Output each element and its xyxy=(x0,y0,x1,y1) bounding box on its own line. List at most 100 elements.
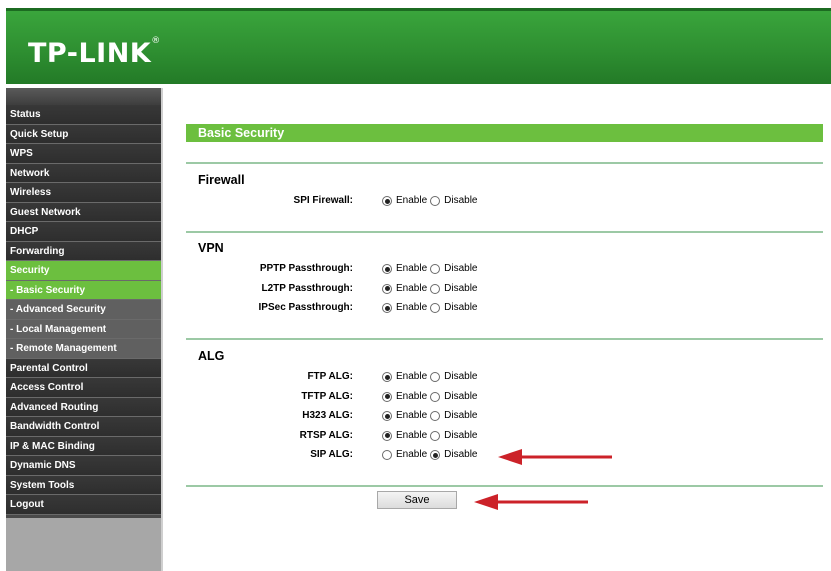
disable-radio[interactable] xyxy=(430,430,441,441)
option-row: RTSP ALG: Enable Disable xyxy=(186,428,823,444)
sidebar-item[interactable]: System Tools xyxy=(6,475,161,495)
sidebar-item[interactable]: DHCP xyxy=(6,222,161,242)
header-banner: TP-LINK® xyxy=(6,8,831,84)
option-row: PPTP Passthrough: Enable Disable xyxy=(186,261,823,277)
enable-label: Enable xyxy=(396,449,428,460)
option-row: H323 ALG: Enable Disable xyxy=(186,408,823,424)
enable-label: Enable xyxy=(396,195,428,206)
sidebar-items: Status Quick Setup WPS Network Wireless Guest… xyxy=(6,105,161,515)
vertical-divider xyxy=(161,88,163,571)
enable-label: Enable xyxy=(396,429,428,441)
enable-radio[interactable] xyxy=(382,372,392,382)
page-title: Basic Security xyxy=(186,124,823,142)
enable-radio[interactable] xyxy=(382,411,392,421)
sidebar-menu: Status Quick Setup WPS Network Wireless Guest… xyxy=(6,88,161,571)
divider xyxy=(186,231,823,233)
disable-radio[interactable] xyxy=(430,372,441,382)
enable-label: Enable xyxy=(396,302,428,313)
sidebar-footer xyxy=(6,518,161,571)
section-title-alg: ALG xyxy=(198,349,225,363)
disable-label: Disable xyxy=(444,371,478,382)
sidebar-item[interactable]: - Advanced Security xyxy=(6,300,161,320)
radio-group: Enable Disable xyxy=(382,428,481,444)
sidebar-item[interactable]: IP & MAC Binding xyxy=(6,436,161,456)
sidebar-item[interactable]: Bandwidth Control xyxy=(6,417,161,437)
enable-radio[interactable] xyxy=(382,196,392,206)
enable-label: Enable xyxy=(396,371,428,382)
option-label: PPTP Passthrough: xyxy=(259,263,353,274)
radio-group: Enable Disable xyxy=(382,408,481,424)
option-label: SIP ALG: xyxy=(310,449,353,460)
enable-radio[interactable] xyxy=(382,391,392,402)
enable-label: Enable xyxy=(396,410,428,421)
red-arrow-icon xyxy=(474,494,588,510)
enable-radio[interactable] xyxy=(382,430,392,441)
section-title-vpn: VPN xyxy=(198,241,224,255)
sidebar-item[interactable]: Forwarding xyxy=(6,241,161,261)
red-arrow-icon xyxy=(498,449,612,465)
disable-label: Disable xyxy=(444,302,478,313)
radio-group: Enable Disable xyxy=(382,281,481,297)
enable-radio[interactable] xyxy=(382,283,392,294)
sidebar-item[interactable]: - Basic Security xyxy=(6,280,161,300)
option-label: H323 ALG: xyxy=(302,410,353,421)
disable-label: Disable xyxy=(444,282,478,294)
disable-label: Disable xyxy=(444,195,478,206)
disable-label: Disable xyxy=(444,429,478,441)
content-top-spacer xyxy=(161,84,831,88)
section-title-firewall: Firewall xyxy=(198,173,245,187)
sidebar-item[interactable]: Network xyxy=(6,163,161,183)
radio-group: Enable Disable xyxy=(382,261,481,277)
radio-group: Enable Disable xyxy=(382,300,481,316)
option-row: FTP ALG: Enable Disable xyxy=(186,369,823,385)
disable-radio[interactable] xyxy=(430,450,441,460)
disable-label: Disable xyxy=(444,410,478,421)
sidebar-item[interactable]: Wireless xyxy=(6,183,161,203)
sidebar-item[interactable]: Security xyxy=(6,261,161,281)
enable-label: Enable xyxy=(396,390,428,402)
option-row: L2TP Passthrough: Enable Disable xyxy=(186,281,823,297)
sidebar-item[interactable]: Advanced Routing xyxy=(6,397,161,417)
sidebar-item[interactable]: Parental Control xyxy=(6,358,161,378)
enable-radio[interactable] xyxy=(382,264,392,274)
sidebar-item[interactable]: Guest Network xyxy=(6,202,161,222)
divider xyxy=(186,485,823,487)
enable-label: Enable xyxy=(396,263,428,274)
sidebar-item[interactable]: Logout xyxy=(6,495,161,515)
divider xyxy=(186,338,823,340)
sidebar-item[interactable]: Access Control xyxy=(6,378,161,398)
disable-radio[interactable] xyxy=(430,411,441,421)
tp-link-logo: TP-LINK® xyxy=(28,36,161,69)
option-row: SPI Firewall: Enable Disable xyxy=(186,193,823,209)
option-label: SPI Firewall: xyxy=(293,195,353,206)
sidebar-item[interactable]: Status xyxy=(6,105,161,125)
enable-label: Enable xyxy=(396,282,428,294)
sidebar-item[interactable]: - Remote Management xyxy=(6,339,161,359)
disable-radio[interactable] xyxy=(430,391,441,402)
option-label: RTSP ALG: xyxy=(299,429,353,441)
disable-radio[interactable] xyxy=(430,196,441,206)
radio-group: Enable Disable xyxy=(382,369,481,385)
disable-label: Disable xyxy=(444,449,478,460)
option-label: FTP ALG: xyxy=(307,371,353,382)
enable-radio[interactable] xyxy=(382,303,392,313)
disable-label: Disable xyxy=(444,263,478,274)
sidebar-item[interactable]: WPS xyxy=(6,144,161,164)
sidebar-top-bar xyxy=(6,88,161,105)
sidebar-item[interactable]: Dynamic DNS xyxy=(6,456,161,476)
option-label: IPSec Passthrough: xyxy=(258,302,353,313)
radio-group: Enable Disable xyxy=(382,447,481,463)
option-row: TFTP ALG: Enable Disable xyxy=(186,389,823,405)
option-row: IPSec Passthrough: Enable Disable xyxy=(186,300,823,316)
radio-group: Enable Disable xyxy=(382,389,481,405)
sidebar-item[interactable]: - Local Management xyxy=(6,319,161,339)
radio-group: Enable Disable xyxy=(382,193,481,209)
save-button[interactable]: Save xyxy=(377,491,457,509)
enable-radio[interactable] xyxy=(382,450,392,460)
disable-radio[interactable] xyxy=(430,303,441,313)
disable-radio[interactable] xyxy=(430,264,441,274)
disable-label: Disable xyxy=(444,390,478,402)
sidebar-item[interactable]: Quick Setup xyxy=(6,124,161,144)
disable-radio[interactable] xyxy=(430,283,441,294)
option-label: TFTP ALG: xyxy=(301,390,353,402)
